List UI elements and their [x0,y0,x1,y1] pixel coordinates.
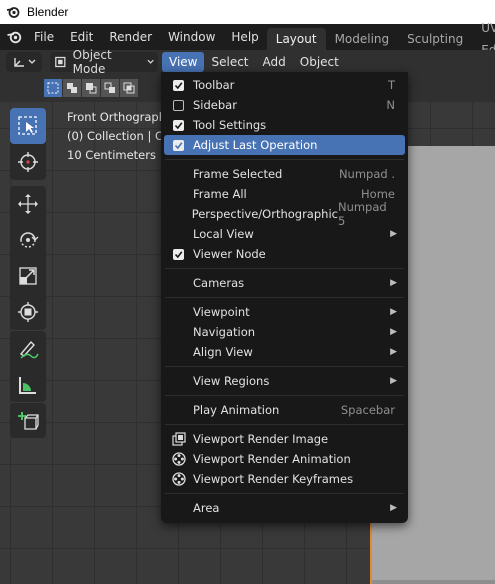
window-title: Blender [27,5,69,19]
toolbar-group-add [10,402,46,438]
select-intersect-icon[interactable] [120,79,138,97]
annotate-pencil-icon [19,340,39,359]
cursor-icon [18,152,38,172]
tab-modeling[interactable]: Modeling [326,28,399,50]
menu-item-play-animation[interactable]: Play Animation Spacebar [164,400,405,420]
window-titlebar: Blender [0,0,495,24]
submenu-arrow-icon: ▶ [390,327,397,337]
add-cube-icon [18,412,39,430]
menu-edit[interactable]: Edit [62,24,101,50]
move-tool[interactable] [10,186,46,222]
scale-tool[interactable] [10,258,46,294]
select-box-tool[interactable] [10,108,46,144]
header-menu-view[interactable]: View [162,52,205,72]
menu-file[interactable]: File [26,24,62,50]
mode-label: Object Mode [72,48,112,76]
menu-item-align-view[interactable]: Align View ▶ [164,342,405,362]
checkbox-checked-icon[interactable] [173,248,184,260]
menu-separator [165,493,404,494]
menu-item-area[interactable]: Area ▶ [164,498,405,518]
menu-separator [165,159,404,160]
render-image-icon [164,432,193,446]
menu-item-sidebar[interactable]: Sidebar N [164,95,405,115]
selection-mode-buttons [44,79,138,97]
tab-layout[interactable]: Layout [266,28,326,50]
menu-separator [165,395,404,396]
submenu-arrow-icon: ▶ [390,307,397,317]
menu-separator [165,424,404,425]
toolbar-group-transform [10,186,46,330]
select-subtract-icon[interactable] [82,79,100,97]
checkbox-checked-icon[interactable] [173,119,184,131]
move-icon [18,194,38,214]
select-box-icon [18,116,37,135]
view-menu-dropdown: Toolbar T Sidebar N Tool Settings Adjust… [161,72,408,523]
menu-render[interactable]: Render [101,24,160,50]
blender-logo-icon [5,4,21,20]
menu-item-cameras[interactable]: Cameras ▶ [164,273,405,293]
submenu-arrow-icon: ▶ [390,229,397,239]
checkbox-unchecked-icon[interactable] [173,99,184,111]
add-cube-tool[interactable] [10,403,46,439]
toolbar-group-select [10,108,46,180]
submenu-arrow-icon: ▶ [390,278,397,288]
scale-icon [19,267,37,285]
viewport-grid-scale: 10 Centimeters [67,148,156,162]
axes-icon [14,58,24,67]
submenu-arrow-icon: ▶ [390,347,397,357]
menu-separator [165,297,404,298]
chevron-down-icon [147,59,154,64]
menu-window[interactable]: Window [160,24,223,50]
viewport-view-name: Front Orthographic [67,110,176,124]
render-animation-icon [164,452,193,466]
menu-item-viewpoint[interactable]: Viewpoint ▶ [164,302,405,322]
transform-tool[interactable] [10,294,46,330]
measure-ruler-icon [19,377,36,394]
menu-separator [165,366,404,367]
header-menu-add[interactable]: Add [256,52,293,72]
menu-item-view-regions[interactable]: View Regions ▶ [164,371,405,391]
cursor-tool[interactable] [10,144,46,180]
tab-sculpting[interactable]: Sculpting [398,28,472,50]
menu-separator [165,268,404,269]
menu-item-tool-settings[interactable]: Tool Settings [164,115,405,135]
blender-menu-icon[interactable] [6,26,22,48]
object-mode-icon [55,56,66,68]
select-new-icon[interactable] [44,79,62,97]
submenu-arrow-icon: ▶ [390,376,397,386]
rotate-tool[interactable] [10,222,46,258]
menu-item-frame-selected[interactable]: Frame Selected Numpad . [164,164,405,184]
submenu-arrow-icon: ▶ [390,503,397,513]
menu-item-viewport-render-image[interactable]: Viewport Render Image [164,429,405,449]
mode-dropdown[interactable]: Object Mode [50,48,158,76]
checkbox-checked-icon[interactable] [173,79,184,91]
transform-icon [18,302,38,322]
checkbox-checked-icon[interactable] [173,139,184,151]
render-animation-icon [164,472,193,486]
select-extend-icon[interactable] [63,79,81,97]
menu-item-local-view[interactable]: Local View ▶ [164,224,405,244]
menu-item-viewport-render-keyframes[interactable]: Viewport Render Keyframes [164,469,405,489]
menu-item-navigation[interactable]: Navigation ▶ [164,322,405,342]
header-menu-object[interactable]: Object [293,52,346,72]
menu-item-perspective-orthographic[interactable]: Perspective/Orthographic Numpad 5 [164,200,405,228]
top-menubar: File Edit Render Window Help Layout Mode… [0,21,495,57]
menu-item-adjust-last-operation[interactable]: Adjust Last Operation [164,135,405,155]
editor-type-dropdown[interactable] [6,52,42,72]
annotate-tool[interactable] [10,331,46,367]
viewport-header: Object Mode View Select Add Object [0,48,495,76]
header-menu-select[interactable]: Select [204,52,255,72]
rotate-icon [20,232,39,248]
chevron-down-icon [28,59,36,64]
select-invert-icon[interactable] [101,79,119,97]
menu-help[interactable]: Help [223,24,266,50]
menu-item-toolbar[interactable]: Toolbar T [164,75,405,95]
toolbar-group-annotate [10,330,46,402]
menu-item-viewer-node[interactable]: Viewer Node [164,244,405,264]
measure-tool[interactable] [10,367,46,403]
menu-item-viewport-render-animation[interactable]: Viewport Render Animation [164,449,405,469]
